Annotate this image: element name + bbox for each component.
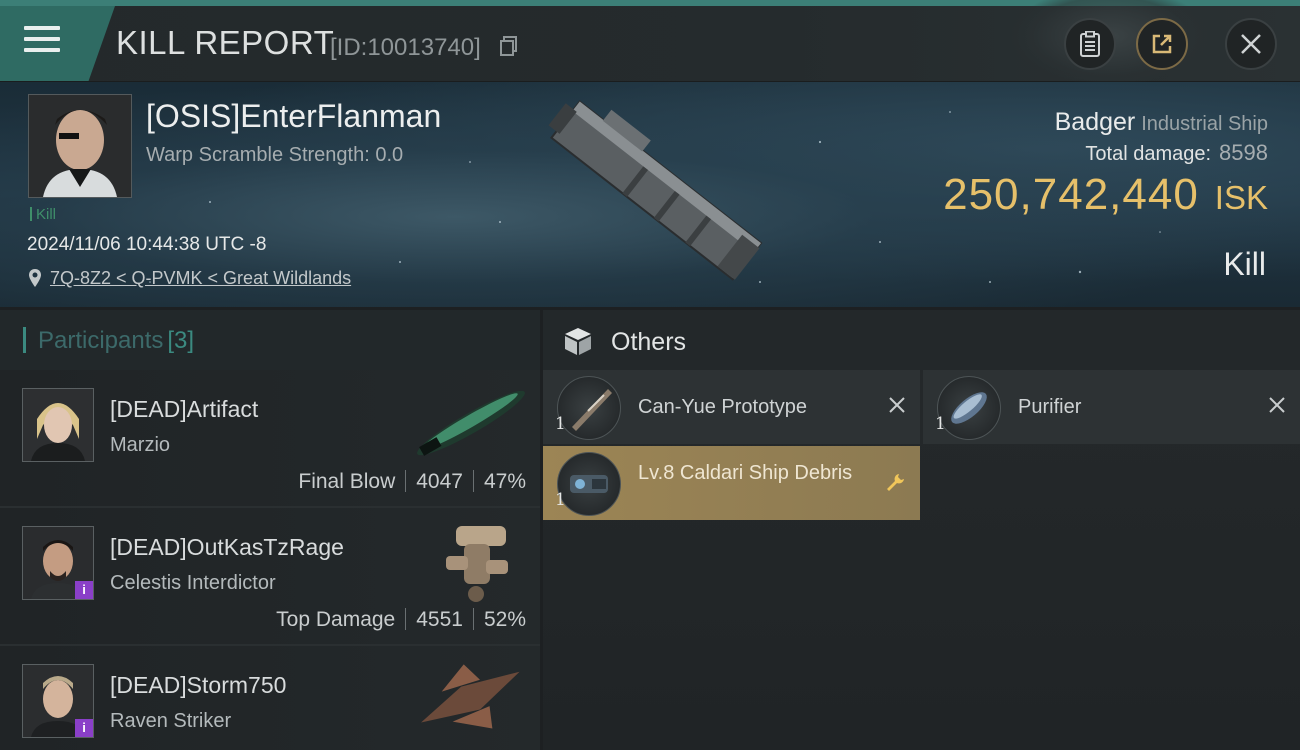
item-quantity: 1 <box>555 490 566 510</box>
close-button[interactable] <box>1225 18 1277 70</box>
kill-tag: Kill <box>30 206 56 223</box>
copy-icon[interactable] <box>500 36 518 56</box>
stats-divider <box>405 608 407 630</box>
kill-result: Kill <box>1223 246 1266 282</box>
isk-value: 250,742,440 <box>943 170 1199 219</box>
participant-damage: 4551 <box>416 608 463 631</box>
info-badge-icon: i <box>75 719 93 737</box>
item-thumbnail-art <box>570 475 608 493</box>
report-id: [ID:10013740] <box>330 34 481 61</box>
isk-unit: ISK <box>1214 179 1268 216</box>
participant-avatar-art <box>23 389 93 461</box>
participant-percent: 47% <box>483 470 526 493</box>
menu-icon[interactable] <box>24 26 60 56</box>
participant-ship-image <box>421 664 520 729</box>
item-name: Purifier <box>1018 396 1082 418</box>
location-link[interactable]: 7Q-8Z2 < Q-PVMK < Great Wildlands <box>50 268 351 289</box>
victim-ship-name[interactable]: Badger <box>1055 108 1136 136</box>
clipboard-icon <box>1080 31 1100 57</box>
stats-divider <box>472 608 474 630</box>
isk-line: 250,742,440 ISK <box>943 170 1268 220</box>
info-badge-icon: i <box>75 581 93 599</box>
participant-damage: 4047 <box>416 470 463 493</box>
clipboard-button[interactable] <box>1064 18 1116 70</box>
others-title: Others <box>611 328 687 356</box>
victim-portrait[interactable] <box>28 94 132 198</box>
participants-header-bar <box>23 327 26 353</box>
victim-ship-class: Industrial Ship <box>1141 113 1268 135</box>
participant-role: Top Damage <box>276 608 396 631</box>
participants-header: Participants [3] <box>0 310 540 371</box>
participant-row[interactable]: i [DEAD]OutKasTzRage Celestis Interdicto… <box>0 508 540 646</box>
x-icon <box>889 397 905 413</box>
avatar[interactable] <box>22 388 94 462</box>
others-panel: Others 1 Can-Yue Prototype 1 Purifier 1 … <box>543 310 1300 750</box>
location-pin-icon <box>29 269 41 287</box>
participant-ship-image <box>446 526 508 602</box>
participant-role: Final Blow <box>298 470 396 493</box>
item-quantity: 1 <box>555 414 566 434</box>
participant-ship: Marzio <box>110 434 171 456</box>
stats-divider <box>472 470 474 492</box>
warp-scramble-strength: Warp Scramble Strength: 0.0 <box>146 144 404 166</box>
x-icon <box>1269 397 1285 413</box>
item-quantity: 1 <box>935 414 946 434</box>
box-icon <box>565 328 591 355</box>
participant-ship-image <box>417 390 525 456</box>
share-icon <box>1152 34 1172 54</box>
others-header: Others <box>543 310 1300 370</box>
total-damage-label: Total damage: <box>1085 143 1212 165</box>
victim-ship-line: Badger Industrial Ship <box>1055 108 1268 137</box>
page-title: KILL REPORT <box>116 24 335 61</box>
avatar[interactable]: i <box>22 526 94 600</box>
participant-name[interactable]: [DEAD]OutKasTzRage <box>110 534 344 561</box>
participant-row[interactable]: i [DEAD]Storm750 Raven Striker <box>0 646 540 750</box>
item-thumbnail-art <box>572 389 612 431</box>
header-bar: KILL REPORT [ID:10013740] <box>0 0 1300 86</box>
victim-avatar <box>29 95 131 197</box>
victim-name[interactable]: [OSIS]EnterFlanman <box>146 98 441 135</box>
share-button[interactable] <box>1136 18 1188 70</box>
item-thumbnail <box>557 452 621 516</box>
item-thumbnail <box>937 376 1001 440</box>
avatar[interactable]: i <box>22 664 94 738</box>
participant-name[interactable]: [DEAD]Artifact <box>110 396 258 423</box>
loot-item[interactable]: 1 Lv.8 Caldari Ship Debris <box>543 446 920 520</box>
stats-divider <box>405 470 407 492</box>
loot-item[interactable]: 1 Can-Yue Prototype <box>543 370 920 444</box>
participant-stats: Top Damage 4551 52% <box>276 608 526 632</box>
kill-datetime: 2024/11/06 10:44:38 UTC -8 <box>27 234 267 255</box>
participant-name[interactable]: [DEAD]Storm750 <box>110 672 286 699</box>
total-damage-value: 8598 <box>1219 140 1268 165</box>
participants-title-text: Participants <box>38 327 164 354</box>
participants-panel: Participants [3] [DEAD]Artifact Marzio Fi… <box>0 310 540 750</box>
total-damage-line: Total damage: 8598 <box>1085 140 1268 166</box>
item-thumbnail <box>557 376 621 440</box>
item-thumbnail-art <box>951 392 987 424</box>
participant-row[interactable]: [DEAD]Artifact Marzio Final Blow 4047 47% <box>0 370 540 508</box>
participant-ship: Celestis Interdictor <box>110 572 276 594</box>
victim-ship-image <box>548 100 763 281</box>
participant-stats: Final Blow 4047 47% <box>298 470 526 494</box>
wrench-icon[interactable] <box>884 472 906 494</box>
participant-ship: Raven Striker <box>110 710 232 732</box>
item-name: Lv.8 Caldari Ship Debris <box>638 462 853 484</box>
loot-item[interactable]: 1 Purifier <box>923 370 1300 444</box>
close-icon <box>1241 34 1261 54</box>
participant-percent: 52% <box>483 608 526 631</box>
participants-count: [3] <box>167 327 195 354</box>
victim-banner: [OSIS]EnterFlanman Warp Scramble Strengt… <box>0 82 1300 307</box>
item-name: Can-Yue Prototype <box>638 396 807 418</box>
participants-title: Participants [3] <box>38 327 194 355</box>
